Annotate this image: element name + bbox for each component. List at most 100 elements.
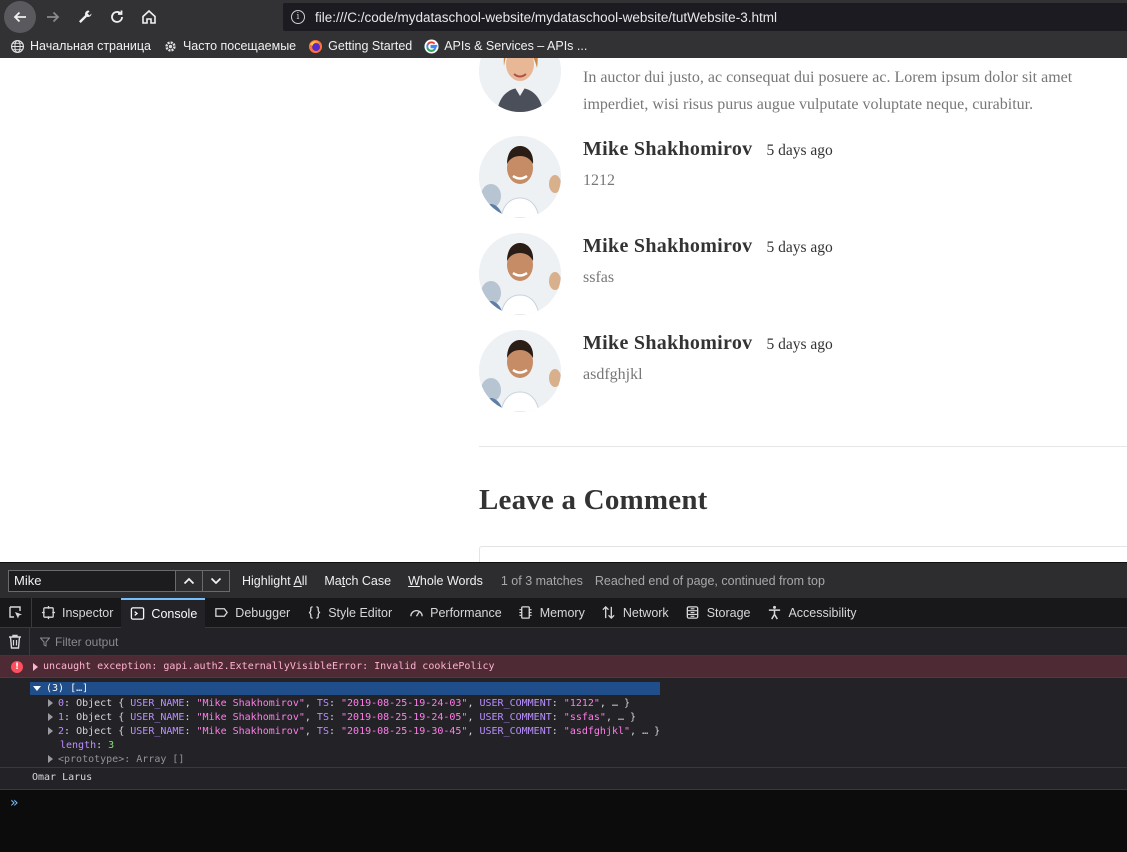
bookmark-label: Начальная страница [30,39,151,53]
filter-placeholder: Filter output [55,634,119,649]
accessibility-icon [766,605,782,621]
find-status: Reached end of page, continued from top [594,573,825,588]
bookmark-label: Часто посещаемые [182,39,297,53]
entry-ts: "2019-08-25-19-30-45" [341,725,468,737]
chevron-down-icon [210,577,222,584]
prototype-value: Array [] [136,753,185,765]
highlight-all-toggle[interactable]: Highlight All [242,574,307,588]
tab-accessibility[interactable]: Accessibility [758,598,864,628]
comment-text: 1212 [583,172,615,189]
filter-output-input[interactable]: Filter output [40,635,118,649]
tab-label: Style Editor [328,605,393,620]
console-output: ! uncaught exception: gapi.auth2.Externa… [0,656,1127,852]
tab-storage[interactable]: Storage [677,598,759,628]
google-icon [424,38,439,54]
bookmark-getting-started[interactable]: Getting Started [308,39,412,54]
tab-network[interactable]: Network [593,598,677,628]
prompt-chevron-icon: » [10,795,19,811]
entry-ts: "2019-08-25-19-24-05" [341,711,468,723]
inspector-icon [40,605,56,621]
info-icon[interactable]: i [291,10,305,24]
find-previous-button[interactable] [176,569,203,592]
array-length: length: 3 [60,739,115,751]
find-bar: Mike Highlight All Match Case Whole Word… [0,562,1127,598]
collapse-arrow-icon[interactable] [33,686,41,691]
console-filter-bar: Filter output [0,627,1127,656]
option-label: Highlight [242,573,294,588]
tools-button[interactable] [70,2,100,32]
forward-button[interactable] [38,2,68,32]
clear-console-button[interactable] [0,627,30,656]
network-icon [601,605,617,621]
style-editor-icon [306,605,322,621]
expand-arrow-icon[interactable] [33,662,38,671]
array-entry[interactable]: 1: Object { USER_NAME: "Mike Shakhomirov… [48,710,636,724]
bookmark-most-visited[interactable]: Часто посещаемые [163,39,296,54]
comment-author: Mike Shakhomirov [583,332,753,354]
bookmark-apis-services[interactable]: APIs & Services – APIs ... [424,38,587,54]
forward-arrow-icon [47,11,60,23]
find-next-button[interactable] [203,569,230,592]
performance-icon [408,605,424,621]
tab-console[interactable]: Console [121,597,206,628]
comment-item: Mike Shakhomirov 5 days ago asdfghjkl [479,330,1127,420]
tab-label: Memory [539,605,585,620]
console-input[interactable]: » [0,789,1127,852]
tab-inspector[interactable]: Inspector [32,598,121,628]
leave-comment-heading: Leave a Comment [479,484,708,516]
array-header: (3) […] [46,683,89,694]
comment-text: ssfas [583,269,615,286]
bookmark-label: Getting Started [328,39,413,53]
array-entry[interactable]: 0: Object { USER_NAME: "Mike Shakhomirov… [48,696,630,710]
comment-date: 5 days ago [766,336,833,353]
length-label: length [60,739,97,751]
devtools-tabbar: Inspector Console Debugger Style Editor … [0,597,1127,628]
reload-button[interactable] [102,2,132,32]
tab-label: Console [151,606,198,621]
comment-line: In auctor dui justo, ac consequat dui po… [583,69,1073,86]
back-button[interactable] [4,1,36,33]
address-bar[interactable]: i file:///C:/code/mydataschool-website/m… [283,3,1127,31]
entry-user-name: "Mike Shakhomirov" [196,725,305,737]
home-button[interactable] [134,2,164,32]
comment-author: Mike Shakhomirov [583,235,753,257]
memory-icon [518,605,534,621]
whole-words-toggle[interactable]: Whole Words [408,574,483,588]
expand-arrow-icon[interactable] [48,699,53,707]
url-text[interactable]: file:///C:/code/mydataschool-website/myd… [315,10,777,25]
tab-memory[interactable]: Memory [510,598,593,628]
array-prototype[interactable]: <prototype>: Array [] [48,752,184,766]
expand-arrow-icon[interactable] [48,713,53,721]
browser-window: i file:///C:/code/mydataschool-website/m… [0,0,1127,852]
element-picker-button[interactable] [0,597,32,628]
bookmark-home-page[interactable]: Начальная страница [10,39,151,54]
prototype-label: <prototype> [58,753,125,765]
option-label: ll [301,573,308,588]
expand-arrow-icon[interactable] [48,727,53,735]
tab-performance[interactable]: Performance [400,598,510,628]
expand-arrow-icon[interactable] [48,755,53,763]
tab-debugger[interactable]: Debugger [205,598,298,628]
option-label: Ma [324,573,342,588]
entry-user-name: "Mike Shakhomirov" [196,697,305,709]
match-case-toggle[interactable]: Match Case [324,574,391,588]
tab-label: Storage [706,605,751,620]
chevron-up-icon [183,577,195,584]
comment-form-field[interactable] [479,546,1127,562]
tab-style-editor[interactable]: Style Editor [298,598,400,628]
firefox-icon [308,39,323,54]
comment-text: asdfghjkl [583,366,643,383]
array-entry[interactable]: 2: Object { USER_NAME: "Mike Shakhomirov… [48,724,660,738]
reload-icon [111,10,123,23]
bookmarks-toolbar: Начальная страница Часто посещаемые Gett… [0,34,1127,58]
tab-label: Performance [430,605,502,620]
debugger-icon [213,605,229,621]
entry-user-comment: "asdfghjkl" [563,725,631,737]
comment-body: Mike Shakhomirov 5 days ago 1212 [583,138,833,190]
entry-user-comment: "1212" [563,697,600,709]
error-icon: ! [11,660,23,673]
comment-body: Mike Shakhomirov 5 days ago asdfghjkl [583,332,833,384]
array-header-row[interactable]: (3) […] [30,682,660,695]
console-error-message[interactable]: ! uncaught exception: gapi.auth2.Externa… [0,656,1127,678]
find-input[interactable]: Mike [8,569,176,592]
